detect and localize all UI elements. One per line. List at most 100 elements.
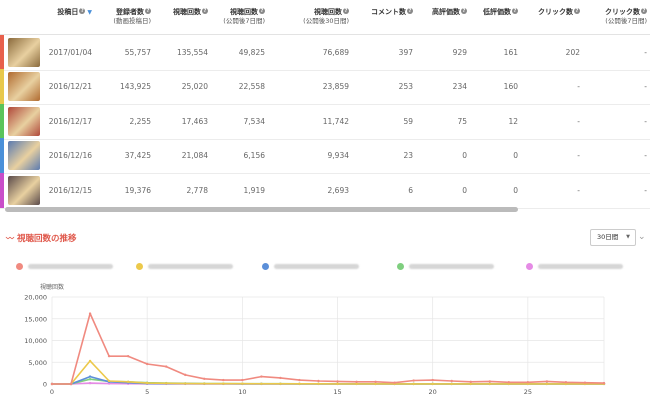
cell-views7: 22,558 [238,82,265,92]
series-point [126,354,130,358]
column-header-1[interactable]: 登録者数? (動画投稿日) [113,8,151,26]
cell-dislikes: 160 [503,82,518,92]
series-point [336,382,339,386]
trend-line-icon: 〰 [6,234,14,243]
legend-item[interactable] [16,263,113,270]
cell-views30: 11,742 [322,116,349,126]
help-icon[interactable]: ? [79,8,86,14]
cell-dislikes: 161 [503,48,518,57]
help-icon[interactable]: ? [461,8,467,14]
cell-subs: 55,757 [124,48,151,57]
chart-legend [0,263,650,275]
legend-marker [16,263,23,270]
column-header-label: クリック数 [605,8,640,16]
cell-views: 17,463 [181,116,208,126]
legend-item[interactable] [526,263,623,270]
series-point [145,362,149,366]
legend-marker [397,263,404,270]
table-header: 投稿日? ▼ 登録者数? (動画投稿日) 視聴回数? 視聴回数? (公開後7日間) 視聴回数?… [0,0,650,35]
column-header-label: クリック数 [538,8,573,16]
legend-item[interactable] [262,263,359,270]
series-point [583,381,587,384]
series-point [126,380,130,384]
video-thumbnail[interactable] [8,175,40,205]
cell-clicks: - [577,82,580,92]
cell-subs: 19,376 [124,185,151,195]
cell-views7: 1,919 [243,185,265,195]
y-axis-label: 視聴回数 [40,283,64,291]
collapse-chevron-icon[interactable]: ⌄ [638,232,646,242]
series-point [279,376,282,380]
series-point [88,375,92,378]
x-tick-label: 15 [333,388,341,396]
table-row[interactable]: 2016/12/17 2,255 17,463 7,534 11,742 59 75 12 - - [0,103,650,140]
legend-blurred-label [409,264,494,269]
horizontal-scrollbar[interactable] [5,207,518,212]
legend-item[interactable] [397,263,494,270]
y-tick-label: 0 [43,381,47,389]
column-header-4[interactable]: 視聴回数? (公開後30日間) [303,8,349,26]
help-icon[interactable]: ? [202,8,208,14]
help-icon[interactable]: ? [259,8,265,14]
column-header-8[interactable]: クリック数? [538,8,580,17]
video-thumbnail[interactable] [8,72,40,102]
series-point [184,373,187,377]
cell-likes: 75 [457,116,467,126]
video-thumbnail[interactable] [8,106,40,136]
column-header-0[interactable]: 投稿日? ▼ [57,8,92,17]
column-header-label: 視聴回数 [230,8,258,16]
cell-clicks7: - [644,116,647,126]
series-point [469,380,472,384]
y-tick-label: 15,000 [24,315,47,323]
table-row[interactable]: 2016/12/21 143,925 25,020 22,558 23,859 253 23… [0,69,650,106]
cell-date: 2017/01/04 [48,48,92,57]
legend-item[interactable] [136,263,233,270]
cell-views30: 76,689 [322,48,349,57]
cell-dislikes: 12 [508,116,518,126]
legend-marker [262,263,269,270]
cell-views: 135,554 [176,48,208,57]
column-header-6[interactable]: 高評価数? [432,8,467,17]
legend-blurred-label [28,264,113,269]
column-header-5[interactable]: コメント数? [371,8,413,17]
series-point [317,382,320,386]
period-select-value: 30日間 [597,233,619,241]
help-icon[interactable]: ? [574,8,580,14]
cell-clicks7: - [644,151,647,161]
cell-views: 25,020 [181,82,208,92]
cell-views: 21,084 [181,151,208,161]
help-icon[interactable]: ? [145,8,151,14]
cell-clicks: - [577,185,580,195]
column-header-7[interactable]: 低評価数? [483,8,518,17]
column-header-9[interactable]: クリック数? (公開後7日間) [605,8,647,26]
help-icon[interactable]: ? [512,8,518,14]
series-point [145,381,149,385]
help-icon[interactable]: ? [343,8,349,14]
sort-desc-icon[interactable]: ▼ [87,9,92,16]
cell-likes: 0 [462,151,467,161]
table-row[interactable]: 2016/12/16 37,425 21,084 6,156 9,934 23 0 0 - - [0,138,650,175]
series-point [431,382,434,386]
views-trend-chart: 視聴回数 20,000 15,000 10,000 5,000 00 5 10 15 20 25 [24,283,606,396]
series-point [241,378,244,382]
legend-marker [136,263,143,270]
table-row[interactable]: 2017/01/04 55,757 135,554 49,825 76,689 397 92… [0,35,650,71]
legend-blurred-label [274,264,359,269]
column-header-label: 登録者数 [116,8,144,16]
series-point [355,382,358,386]
series-point [107,379,111,383]
cell-views7: 7,534 [243,116,265,126]
column-header-2[interactable]: 視聴回数? [173,8,208,17]
video-thumbnail[interactable] [8,38,40,67]
chevron-down-icon: ▼ [626,234,630,240]
help-icon[interactable]: ? [641,8,647,14]
period-select[interactable]: 30日間 ▼ [590,229,636,246]
cell-likes: 234 [452,82,467,92]
help-icon[interactable]: ? [407,8,413,14]
cell-comments: 59 [403,116,413,126]
video-thumbnail[interactable] [8,141,40,171]
series-point [298,378,301,382]
cell-clicks: - [577,116,580,126]
table-row[interactable]: 2016/12/15 19,376 2,778 1,919 2,693 6 0 0 - - [0,172,650,209]
column-header-3[interactable]: 視聴回数? (公開後7日間) [223,8,265,26]
